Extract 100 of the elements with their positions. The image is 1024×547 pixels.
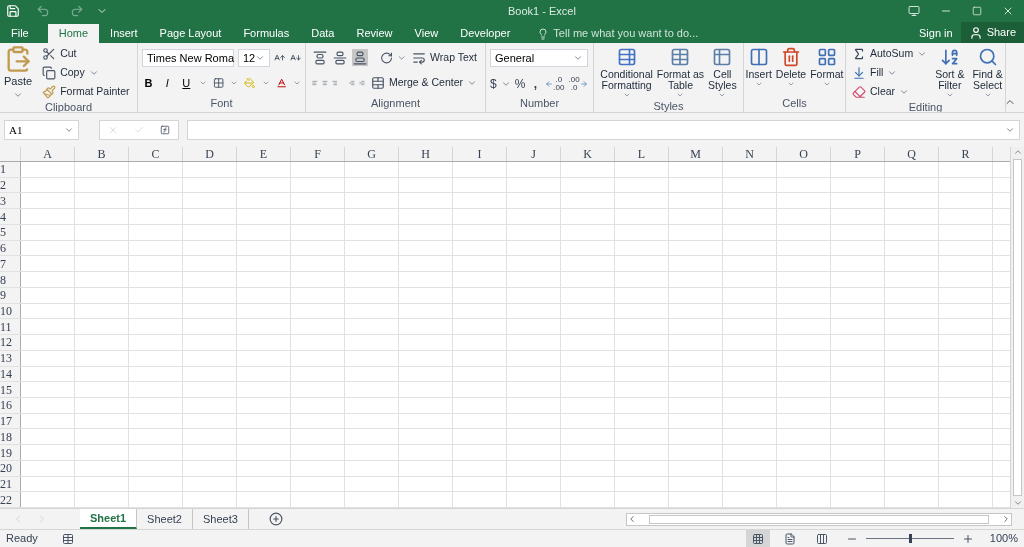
tell-me-field[interactable]: Tell me what you want to do... — [553, 25, 754, 42]
row-header[interactable]: 1 — [0, 162, 21, 177]
font-size-field[interactable]: 12 — [238, 49, 271, 67]
column-header[interactable]: G — [345, 147, 399, 161]
save-icon[interactable] — [6, 4, 20, 18]
column-header[interactable]: H — [399, 147, 453, 161]
vertical-scrollbar[interactable] — [1010, 147, 1024, 508]
row-header[interactable]: 22 — [0, 492, 21, 508]
sheet-tab[interactable]: Sheet1 — [80, 509, 138, 529]
ribbon-tab[interactable]: Review — [345, 24, 404, 43]
ribbon-button[interactable]: Cut — [40, 45, 132, 62]
column-header[interactable]: M — [669, 147, 723, 161]
ribbon-large-button[interactable]: Sort & Filter — [933, 45, 967, 100]
column-header[interactable]: E — [237, 147, 291, 161]
column-header[interactable]: I — [453, 147, 507, 161]
italic-button[interactable]: I — [160, 75, 174, 92]
ribbon-tab[interactable]: Home — [47, 24, 100, 43]
close-icon[interactable] — [1002, 5, 1014, 17]
column-header[interactable]: F — [291, 147, 345, 161]
formula-field[interactable] — [187, 120, 1020, 140]
copy-icon — [42, 65, 57, 80]
underline-button[interactable]: U — [179, 75, 193, 92]
row-header[interactable]: 4 — [0, 209, 21, 224]
new-sheet-icon[interactable] — [268, 512, 283, 526]
column-header[interactable]: A — [21, 147, 75, 161]
ribbon-button[interactable]: Wrap Text — [410, 49, 479, 66]
undo-icon[interactable] — [36, 4, 50, 18]
scroll-left-icon[interactable] — [627, 514, 637, 524]
ribbon-tab[interactable]: Insert — [99, 24, 149, 43]
scroll-down-icon[interactable] — [1012, 498, 1023, 508]
column-header[interactable]: P — [831, 147, 885, 161]
ribbon-button[interactable]: Format Painter — [40, 83, 132, 100]
share-button[interactable]: Share — [960, 22, 1024, 43]
name-box[interactable]: A1 — [4, 120, 79, 140]
column-header[interactable]: O — [777, 147, 831, 161]
column-header[interactable]: J — [507, 147, 561, 161]
ribbon-tab[interactable]: Formulas — [232, 24, 301, 43]
row-header[interactable]: 12 — [0, 335, 21, 350]
column-header[interactable]: N — [723, 147, 777, 161]
sign-in-link[interactable]: Sign in — [911, 24, 961, 43]
row-header[interactable]: 8 — [0, 272, 21, 287]
zoom-in-icon[interactable] — [961, 532, 974, 545]
scissors-icon — [42, 46, 57, 61]
ribbon-large-button[interactable]: Format as Table — [654, 45, 707, 99]
font-name-field[interactable]: Times New Roma — [142, 49, 234, 67]
zoom-slider[interactable] — [865, 534, 954, 543]
scroll-right-icon[interactable] — [1001, 514, 1011, 524]
orientation-icon[interactable] — [379, 50, 393, 65]
borders-icon[interactable] — [212, 76, 225, 91]
ribbon-large-button[interactable]: Conditional Formatting — [598, 45, 655, 99]
file-tab[interactable]: File — [0, 24, 40, 43]
percent-button[interactable]: % — [514, 75, 526, 93]
row-header[interactable]: 11 — [0, 319, 21, 335]
paste-button[interactable]: Paste — [0, 45, 37, 100]
arrow-left-icon — [545, 80, 554, 88]
row-header[interactable]: 16 — [0, 398, 21, 413]
ribbon-button[interactable]: AutoSum — [850, 45, 930, 62]
column-header[interactable]: B — [75, 147, 129, 161]
horizontal-scrollbar[interactable] — [626, 512, 1012, 526]
ribbon-button[interactable]: Fill — [850, 64, 930, 81]
column-header[interactable]: D — [183, 147, 237, 161]
caret-icon — [500, 79, 511, 89]
column-header[interactable]: R — [939, 147, 993, 161]
increase-decimal-button[interactable]: .0 .00 — [545, 76, 565, 92]
currency-button[interactable]: $ — [490, 75, 497, 93]
restore-icon[interactable] — [972, 6, 982, 16]
ribbon-large-button[interactable]: Insert — [744, 45, 774, 88]
ribbon-large-button[interactable]: Format — [808, 45, 845, 88]
vertical-align-button[interactable] — [312, 49, 328, 66]
ribbon-large-button[interactable]: Delete — [773, 45, 809, 88]
vertical-align-button[interactable] — [331, 49, 348, 66]
insert-function-icon[interactable] — [160, 124, 170, 136]
scroll-up-icon[interactable] — [1012, 147, 1023, 157]
row-header[interactable]: 7 — [0, 256, 21, 272]
column-header[interactable]: L — [615, 147, 669, 161]
zoom-thumb[interactable] — [908, 534, 912, 543]
column-header[interactable]: K — [561, 147, 615, 161]
decrease-decimal-button[interactable]: .00 .0 — [568, 76, 588, 92]
ribbon-tab[interactable]: Page Layout — [148, 24, 233, 43]
column-header[interactable]: C — [129, 147, 183, 161]
ribbon-tab[interactable]: Developer — [449, 24, 522, 43]
comma-button[interactable]: , — [529, 75, 542, 93]
redo-icon[interactable] — [70, 4, 84, 18]
ribbon-button[interactable]: Merge & Center — [368, 74, 480, 91]
number-format-field[interactable]: General — [490, 49, 588, 67]
view-button[interactable] — [745, 530, 770, 547]
ribbon-tab[interactable]: Data — [300, 24, 346, 43]
row-header[interactable]: 3 — [0, 193, 21, 209]
ribbon-large-button[interactable]: Find & Select — [970, 45, 1005, 100]
row-header[interactable]: 19 — [0, 445, 21, 460]
ribbon-button[interactable]: Copy — [40, 64, 132, 81]
row-header[interactable]: 18 — [0, 429, 21, 445]
ribbon-large-button[interactable]: Cell Styles — [706, 45, 739, 99]
bold-button[interactable]: B — [142, 75, 155, 92]
ribbon-tab[interactable]: View — [403, 24, 450, 43]
ribbon-button[interactable]: Clear — [850, 83, 930, 100]
row-header[interactable]: 15 — [0, 382, 21, 397]
column-header[interactable]: Q — [885, 147, 939, 161]
fill-color-icon[interactable] — [244, 76, 256, 91]
vertical-align-button[interactable] — [351, 49, 368, 66]
